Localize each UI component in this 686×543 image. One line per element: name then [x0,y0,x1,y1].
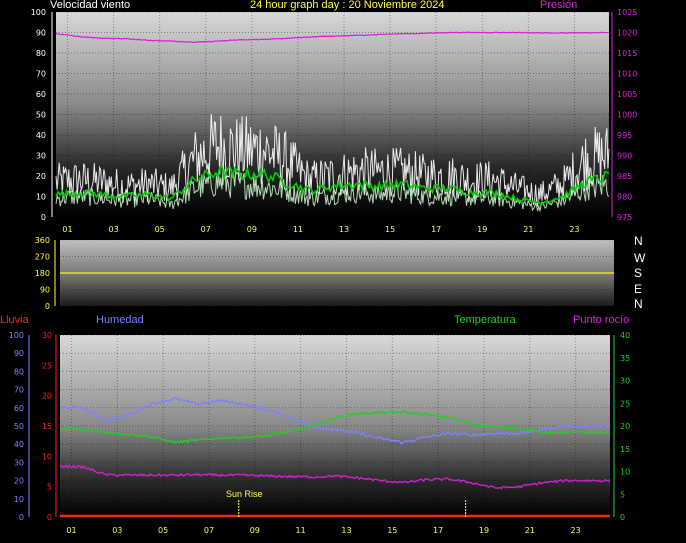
temp-x-tick: 21 [525,526,535,535]
rain-y-tick: 20 [42,392,52,401]
direction-y-tick: 360 [35,236,50,245]
rain-y-tick: 10 [42,452,52,461]
wind-x-tick: 01 [62,225,72,234]
humidity-y-tick: 100 [9,331,24,340]
pressure-y-tick: 980 [617,193,632,202]
rain-legend: Lluvia [0,314,29,326]
wind-y-tick: 10 [36,193,46,202]
temp-x-tick: 17 [433,526,443,535]
wind-y-tick: 30 [36,152,46,161]
temp-x-tick: 15 [387,526,397,535]
humidity-y-tick: 90 [14,349,24,358]
direction-label-s: S [634,266,643,280]
wind-x-tick: 09 [247,225,257,234]
direction-y-tick: 180 [35,269,50,278]
pressure-y-tick: 985 [617,172,632,181]
humidity-y-tick: 40 [14,440,24,449]
wind-x-tick: 05 [155,225,165,234]
pressure-y-tick: 1020 [617,29,637,38]
humidity-y-tick: 50 [14,422,24,431]
humidity-y-tick: 20 [14,477,24,486]
temperature-y-tick: 20 [620,422,630,431]
temp-x-tick: 19 [479,526,489,535]
rain-y-tick: 30 [42,331,52,340]
wind-x-tick: 17 [431,225,441,234]
temperature-y-tick: 40 [620,331,630,340]
humidity-y-tick: 80 [14,367,24,376]
rain-y-tick: 15 [42,422,52,431]
direction-label-e: E [634,282,643,296]
temp-x-tick: 01 [66,526,76,535]
temperature-y-tick: 30 [620,377,630,386]
sunrise-annotation: Sun Rise [226,489,263,499]
direction-label-w: W [634,251,646,265]
pressure-y-tick: 1010 [617,70,637,79]
pressure-title: Presión [540,0,578,11]
temp-x-tick: 11 [296,526,306,535]
temp-x-tick: 23 [571,526,581,535]
wind-x-tick: 11 [293,225,303,234]
temperature-y-tick: 25 [620,399,630,408]
wind-x-tick: 13 [339,225,349,234]
humidity-y-tick: 30 [14,458,24,467]
humidity-legend: Humedad [96,314,144,326]
humidity-y-tick: 0 [19,513,24,522]
direction-label-n-top: N [634,234,643,248]
temp-x-tick: 07 [204,526,214,535]
wind-y-tick: 100 [31,8,46,17]
wind-y-tick: 0 [41,213,46,222]
wind-x-tick: 21 [523,225,533,234]
temp-x-tick: 03 [112,526,122,535]
rain-y-tick: 5 [47,483,52,492]
wind-x-tick: 07 [201,225,211,234]
temperature-y-tick: 10 [620,468,630,477]
direction-y-tick: 270 [35,253,50,262]
wind-x-tick: 15 [385,225,395,234]
humidity-y-tick: 70 [14,386,24,395]
pressure-y-tick: 1015 [617,49,637,58]
humidity-y-tick: 10 [14,495,24,504]
wind-y-tick: 80 [36,49,46,58]
pressure-y-tick: 1025 [617,8,637,17]
temperature-y-tick: 15 [620,445,630,454]
temp-x-tick: 09 [250,526,260,535]
pressure-y-tick: 1000 [617,111,637,120]
wind-y-tick: 50 [36,111,46,120]
wind-x-tick: 03 [109,225,119,234]
temperature-legend: Temperatura [454,314,516,326]
temperature-y-tick: 5 [620,490,625,499]
temperature-y-tick: 0 [620,513,625,522]
direction-y-tick: 90 [40,286,50,295]
temp-humidity-plot-area [60,335,610,517]
rain-y-tick: 25 [42,361,52,370]
weather-graph: 0102030405060708090100975980985990995100… [9,8,638,535]
temp-x-tick: 05 [158,526,168,535]
dewpoint-legend: Punto rocío [573,314,630,326]
direction-label-n-bottom: N [634,297,643,311]
wind-y-tick: 60 [36,90,46,99]
pressure-y-tick: 990 [617,152,632,161]
pressure-y-tick: 995 [617,131,632,140]
temp-x-tick: 13 [341,526,351,535]
wind-x-tick: 23 [569,225,579,234]
wind-y-tick: 40 [36,131,46,140]
wind-x-tick: 19 [477,225,487,234]
wind-y-tick: 20 [36,172,46,181]
direction-y-tick: 0 [45,302,50,311]
wind-speed-title: Velocidad viento [50,0,131,11]
wind-y-tick: 90 [36,29,46,38]
pressure-y-tick: 975 [617,213,632,222]
humidity-y-tick: 60 [14,404,24,413]
wind-y-tick: 70 [36,70,46,79]
rain-y-tick: 0 [47,513,52,522]
pressure-y-tick: 1005 [617,90,637,99]
chart-date-title: 24 hour graph day : 20 Noviembre 2024 [250,0,445,11]
temperature-y-tick: 35 [620,354,630,363]
